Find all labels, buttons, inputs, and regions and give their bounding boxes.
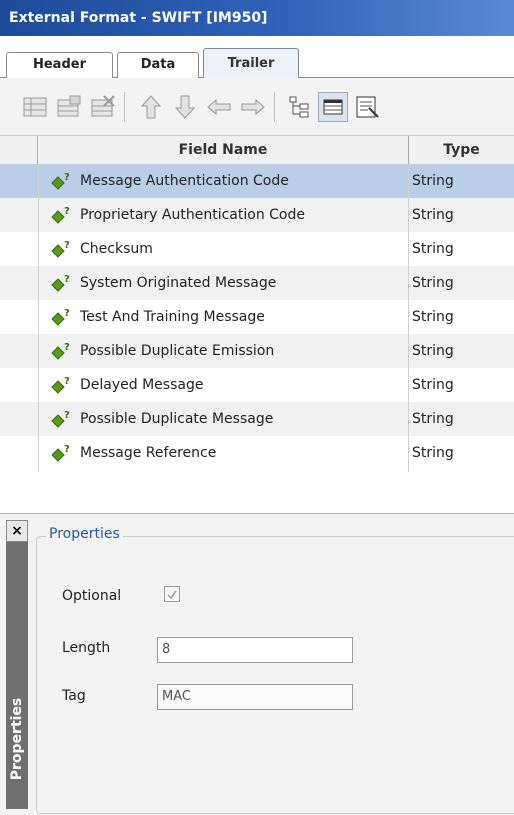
field-name-cell: Possible Duplicate Message — [80, 411, 274, 427]
column-divider — [38, 164, 39, 472]
column-header-type[interactable]: Type — [409, 136, 514, 164]
optional-field-icon: ? — [50, 239, 72, 259]
field-name-cell: Proprietary Authentication Code — [80, 207, 305, 223]
toolbar-separator — [124, 92, 125, 122]
length-label: Length — [62, 640, 111, 656]
table-row[interactable]: ? Checksum String — [0, 232, 514, 266]
field-type-cell: String — [412, 343, 454, 359]
svg-text:?: ? — [64, 240, 70, 251]
properties-side-tab[interactable]: × Properties — [6, 520, 28, 809]
optional-field-icon: ? — [50, 273, 72, 293]
table-row[interactable]: ? Proprietary Authentication Code String — [0, 198, 514, 232]
column-divider — [408, 164, 409, 472]
properties-group-title: Properties — [46, 526, 123, 542]
insert-row-icon[interactable] — [20, 92, 50, 122]
tree-view-icon[interactable] — [284, 92, 314, 122]
table-row[interactable]: ? Possible Duplicate Emission String — [0, 334, 514, 368]
properties-group — [36, 536, 514, 814]
optional-field-icon: ? — [50, 443, 72, 463]
field-name-cell: System Originated Message — [80, 275, 277, 291]
toolbar-separator — [274, 92, 275, 122]
tag-label: Tag — [62, 688, 86, 704]
svg-text:?: ? — [64, 308, 70, 319]
table-row[interactable]: ? Possible Duplicate Message String — [0, 402, 514, 436]
tab-header[interactable]: Header — [6, 52, 113, 78]
optional-field-icon: ? — [50, 307, 72, 327]
move-right-icon[interactable] — [238, 92, 268, 122]
field-type-cell: String — [412, 309, 454, 325]
properties-side-label: Properties — [9, 697, 25, 781]
field-name-cell: Checksum — [80, 241, 153, 257]
move-up-icon[interactable] — [136, 92, 166, 122]
tab-trailer[interactable]: Trailer — [203, 48, 299, 79]
svg-text:?: ? — [64, 410, 70, 421]
optional-field-icon: ? — [50, 375, 72, 395]
svg-text:?: ? — [64, 172, 70, 183]
table-row[interactable]: ? System Originated Message String — [0, 266, 514, 300]
table-row[interactable]: ? Test And Training Message String — [0, 300, 514, 334]
toolbar — [0, 78, 514, 136]
field-type-cell: String — [412, 377, 454, 393]
optional-checkbox[interactable] — [164, 586, 180, 602]
field-type-cell: String — [412, 241, 454, 257]
optional-field-icon: ? — [50, 341, 72, 361]
header-selector-cell[interactable] — [0, 136, 38, 164]
field-type-cell: String — [412, 411, 454, 427]
optional-field-icon: ? — [50, 409, 72, 429]
move-down-icon[interactable] — [170, 92, 200, 122]
svg-text:?: ? — [64, 274, 70, 285]
insert-child-icon[interactable] — [54, 92, 84, 122]
column-header-field-name[interactable]: Field Name — [38, 136, 409, 164]
tag-field[interactable]: MAC — [157, 684, 353, 710]
field-name-cell: Message Reference — [80, 445, 217, 461]
grid-header: Field Name Type — [0, 136, 514, 165]
move-left-icon[interactable] — [204, 92, 234, 122]
delete-row-icon[interactable] — [88, 92, 118, 122]
close-panel-button[interactable]: × — [6, 520, 28, 542]
field-type-cell: String — [412, 207, 454, 223]
tab-strip: Header Data Trailer — [0, 36, 514, 79]
field-name-cell: Delayed Message — [80, 377, 204, 393]
field-type-cell: String — [412, 445, 454, 461]
field-name-cell: Message Authentication Code — [80, 173, 289, 189]
properties-panel: × Properties Properties Optional Length … — [0, 514, 514, 815]
optional-label: Optional — [62, 588, 122, 604]
table-row[interactable]: ? Message Reference String — [0, 436, 514, 470]
field-type-cell: String — [412, 275, 454, 291]
window-title: External Format - SWIFT [IM950] — [0, 0, 514, 36]
svg-text:?: ? — [64, 444, 70, 455]
grid-view-icon[interactable] — [318, 92, 348, 122]
fields-grid: Field Name Type ? Message Authentication … — [0, 136, 514, 514]
svg-text:?: ? — [64, 342, 70, 353]
table-row[interactable]: ? Delayed Message String — [0, 368, 514, 402]
optional-field-icon: ? — [50, 205, 72, 225]
svg-text:?: ? — [64, 376, 70, 387]
optional-field-icon: ? — [50, 171, 72, 191]
properties-icon[interactable] — [352, 92, 382, 122]
field-name-cell: Possible Duplicate Emission — [80, 343, 275, 359]
field-type-cell: String — [412, 173, 454, 189]
svg-text:?: ? — [64, 206, 70, 217]
length-field[interactable]: 8 — [157, 637, 353, 663]
table-row[interactable]: ? Message Authentication Code String — [0, 164, 514, 198]
field-name-cell: Test And Training Message — [80, 309, 265, 325]
checkmark-icon — [167, 590, 177, 600]
tab-data[interactable]: Data — [117, 52, 199, 78]
